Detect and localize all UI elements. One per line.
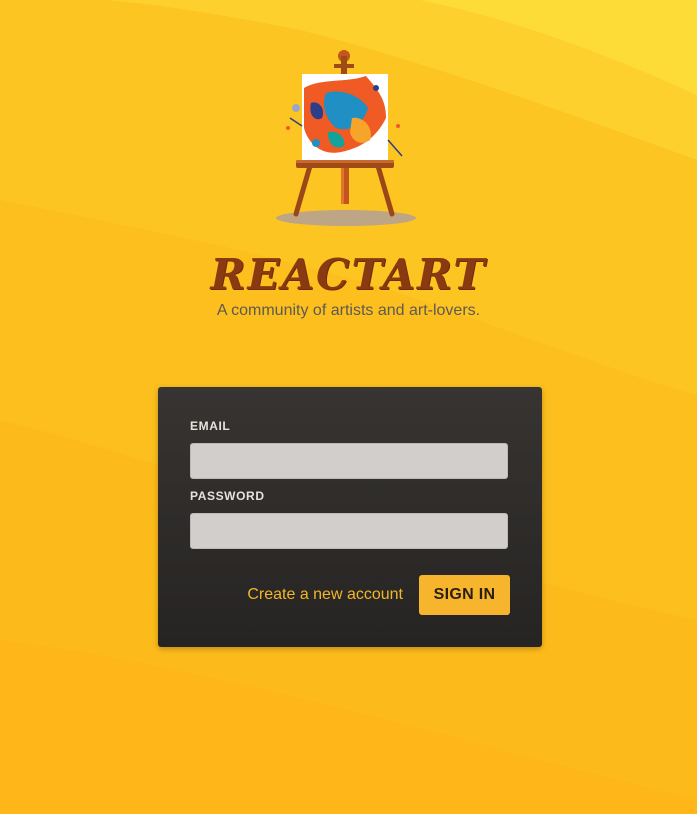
email-label: EMAIL <box>190 419 231 433</box>
login-form: EMAIL PASSWORD Create a new account SIGN… <box>158 387 542 647</box>
brand-subtitle: A community of artists and art-lovers. <box>216 302 481 319</box>
brand-title: REACTART <box>210 250 487 299</box>
sign-in-button[interactable]: SIGN IN <box>419 575 510 615</box>
password-field[interactable] <box>190 513 508 549</box>
easel-painting-logo <box>266 48 426 233</box>
password-label: PASSWORD <box>190 489 265 503</box>
create-account-link[interactable]: Create a new account <box>247 586 403 604</box>
email-field[interactable] <box>190 443 508 479</box>
easel-painting-icon <box>276 50 416 226</box>
